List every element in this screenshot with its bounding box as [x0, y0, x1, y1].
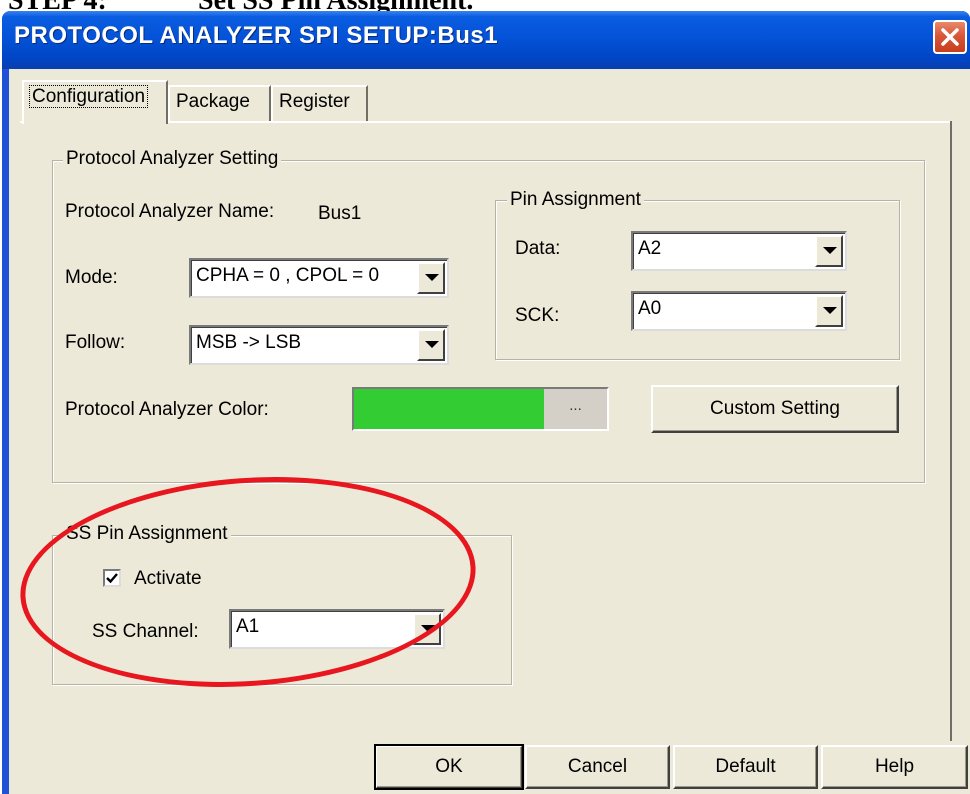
- data-pin-select[interactable]: A2: [631, 231, 847, 271]
- color-picker[interactable]: ...: [352, 387, 609, 431]
- tab-package-label: Package: [176, 91, 250, 112]
- tab-configuration[interactable]: Configuration: [22, 80, 168, 124]
- sck-pin-label: SCK:: [515, 305, 560, 326]
- follow-label: Follow:: [65, 332, 126, 353]
- mode-label: Mode:: [65, 267, 118, 288]
- tab-panel-right-border: [950, 121, 952, 741]
- sck-pin-select[interactable]: A0: [631, 291, 847, 331]
- pin-assignment-group: [495, 200, 900, 360]
- follow-select-value: MSB -> LSB: [196, 332, 302, 353]
- tab-register-label: Register: [279, 91, 350, 112]
- close-button[interactable]: [933, 20, 967, 54]
- cancel-button[interactable]: Cancel: [525, 745, 670, 789]
- ok-button[interactable]: OK: [374, 744, 524, 790]
- close-icon: [941, 28, 959, 46]
- analyzer-name-value: Bus1: [318, 203, 362, 224]
- analyzer-color-label: Protocol Analyzer Color:: [65, 399, 269, 420]
- tab-package[interactable]: Package: [168, 85, 271, 121]
- default-button[interactable]: Default: [673, 745, 818, 789]
- tab-register[interactable]: Register: [271, 85, 368, 121]
- chevron-down-icon[interactable]: [417, 329, 445, 361]
- data-pin-label: Data:: [515, 238, 561, 259]
- mode-select-value: CPHA = 0 , CPOL = 0: [196, 265, 380, 286]
- follow-select[interactable]: MSB -> LSB: [189, 325, 449, 365]
- color-browse-button[interactable]: ...: [544, 389, 607, 429]
- pin-assignment-title: Pin Assignment: [507, 188, 644, 212]
- protocol-analyzer-setting-title: Protocol Analyzer Setting: [63, 147, 282, 171]
- mode-select[interactable]: CPHA = 0 , CPOL = 0: [189, 258, 449, 298]
- chevron-down-icon[interactable]: [417, 262, 445, 294]
- window-title: PROTOCOL ANALYZER SPI SETUP:Bus1: [14, 22, 499, 49]
- tab-configuration-label: Configuration: [28, 85, 149, 108]
- analyzer-name-label: Protocol Analyzer Name:: [65, 201, 275, 222]
- color-swatch: [354, 389, 544, 429]
- data-pin-value: A2: [638, 238, 662, 259]
- custom-setting-button[interactable]: Custom Setting: [651, 385, 899, 433]
- chevron-down-icon[interactable]: [815, 235, 843, 267]
- chevron-down-icon[interactable]: [815, 295, 843, 327]
- help-button[interactable]: Help: [821, 745, 968, 789]
- sck-pin-value: A0: [638, 298, 662, 319]
